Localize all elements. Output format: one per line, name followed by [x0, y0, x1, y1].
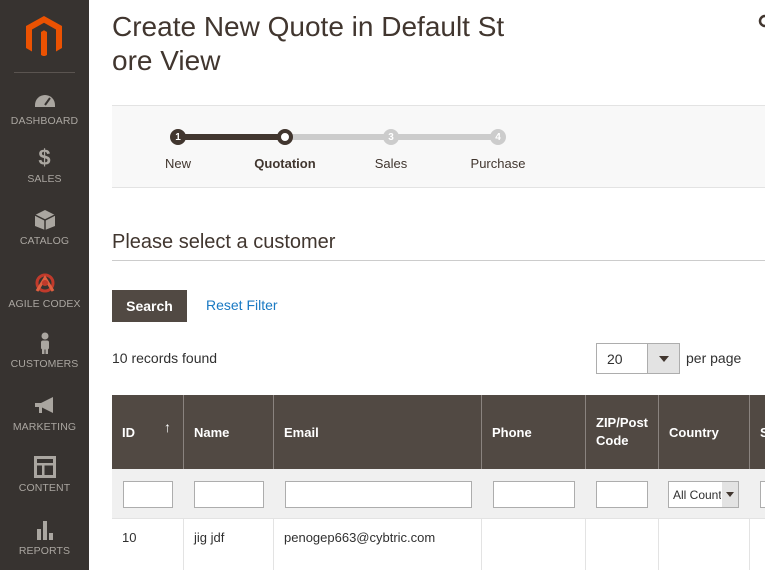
cell-zip — [586, 519, 659, 570]
cell-email: penogep663@cybtric.com — [274, 519, 482, 570]
dollar-icon: $ — [38, 145, 51, 170]
megaphone-icon — [34, 397, 53, 413]
column-label: ID — [122, 424, 135, 440]
customer-grid-header: ID ↑ Name Email Phone ZIP/Post Code Coun… — [112, 395, 765, 469]
quote-steps-progress: 1 3 4 New Quotation Sales Purchase — [112, 105, 765, 188]
sidebar-item-label: MARKETING — [12, 421, 77, 433]
per-page-select[interactable]: 20 — [596, 343, 680, 374]
column-header-zip[interactable]: ZIP/Post Code — [586, 395, 659, 469]
column-label: Phone — [492, 424, 532, 440]
sidebar-item-label: REPORTS — [18, 545, 71, 557]
step-label-purchase: Purchase — [470, 156, 526, 171]
step-dot-purchase: 4 — [490, 129, 506, 145]
person-icon — [40, 332, 49, 354]
filter-email-input[interactable] — [285, 481, 472, 508]
cell-phone — [482, 519, 586, 570]
sidebar-item-dashboard[interactable]: DASHBOARD — [0, 89, 89, 127]
column-label: Name — [194, 424, 230, 440]
admin-sidebar: DASHBOARD $ SALES CATALOG AGILE CODEX CU… — [0, 0, 89, 570]
sidebar-item-agile-codex[interactable]: AGILE CODEX — [0, 272, 89, 310]
column-header-country[interactable]: Country — [659, 395, 750, 469]
chevron-down-icon[interactable] — [647, 344, 679, 373]
grid-filter-row: All Countries — [112, 469, 765, 519]
column-label: Country — [669, 424, 719, 440]
sidebar-item-label: CATALOG — [19, 235, 70, 247]
page-title: Create New Quote in Default St ore View — [112, 10, 532, 78]
sidebar-item-label: DASHBOARD — [10, 115, 79, 127]
section-title: Please select a customer — [112, 231, 336, 253]
dashboard-icon — [34, 95, 55, 107]
agile-codex-icon — [35, 273, 54, 293]
chevron-down-icon[interactable] — [722, 482, 738, 507]
filter-country-value: All Countries — [673, 488, 721, 502]
step-label-quotation: Quotation — [254, 156, 316, 171]
filter-zip-input[interactable] — [596, 481, 648, 508]
cell-name: jig jdf — [184, 519, 274, 570]
box-icon — [34, 210, 55, 230]
sidebar-item-label: CONTENT — [18, 482, 71, 494]
column-header-name[interactable]: Name — [184, 395, 274, 469]
sidebar-item-marketing[interactable]: MARKETING — [0, 395, 89, 433]
column-label: S — [760, 424, 765, 440]
filter-phone-input[interactable] — [493, 481, 575, 508]
bar-chart-icon — [36, 521, 53, 540]
filter-name-input[interactable] — [194, 481, 264, 508]
page-title-line-2: ore View — [112, 45, 221, 76]
cell-state — [750, 519, 765, 570]
filter-country-select[interactable]: All Countries — [668, 481, 739, 508]
sidebar-item-label: SALES — [27, 173, 62, 185]
step-dot-new: 1 — [170, 129, 186, 145]
page-title-line-1: Create New Quote in Default St — [112, 11, 505, 42]
step-label-new: New — [164, 156, 191, 171]
step-label-sales: Sales — [374, 156, 408, 171]
filter-id-input[interactable] — [123, 481, 173, 508]
column-header-email[interactable]: Email — [274, 395, 482, 469]
records-found-count: 10 records found — [112, 350, 218, 366]
column-label: Email — [284, 424, 319, 440]
column-header-id[interactable]: ID ↑ — [112, 395, 184, 469]
column-label: ZIP/Post Code — [596, 415, 649, 448]
sidebar-item-sales[interactable]: $ SALES — [0, 145, 89, 186]
column-header-state[interactable]: S — [750, 395, 765, 469]
layout-icon — [33, 456, 56, 478]
sidebar-item-reports[interactable]: REPORTS — [0, 519, 89, 557]
cell-country — [659, 519, 750, 570]
sidebar-item-customers[interactable]: CUSTOMERS — [0, 332, 89, 370]
per-page-label: per page — [686, 350, 742, 366]
section-divider — [112, 260, 765, 261]
sidebar-item-catalog[interactable]: CATALOG — [0, 209, 89, 247]
sidebar-divider — [14, 72, 75, 73]
step-line-complete — [178, 134, 285, 140]
reset-filter-link[interactable]: Reset Filter — [206, 297, 278, 313]
step-dot-sales: 3 — [383, 129, 399, 145]
per-page-value: 20 — [607, 351, 623, 367]
sidebar-item-label: CUSTOMERS — [10, 358, 79, 370]
magento-logo-icon[interactable] — [26, 16, 62, 56]
sidebar-item-label: AGILE CODEX — [8, 298, 81, 310]
table-row[interactable]: 10 jig jdf penogep663@cybtric.com — [112, 519, 765, 570]
cell-id: 10 — [112, 519, 184, 570]
sort-ascending-icon[interactable]: ↑ — [164, 419, 171, 435]
sidebar-item-content[interactable]: CONTENT — [0, 456, 89, 494]
filter-state-input[interactable] — [760, 481, 765, 508]
cropped-header-icon[interactable] — [757, 14, 765, 28]
step-dot-quotation — [277, 129, 293, 145]
search-button[interactable]: Search — [112, 290, 187, 322]
column-header-phone[interactable]: Phone — [482, 395, 586, 469]
